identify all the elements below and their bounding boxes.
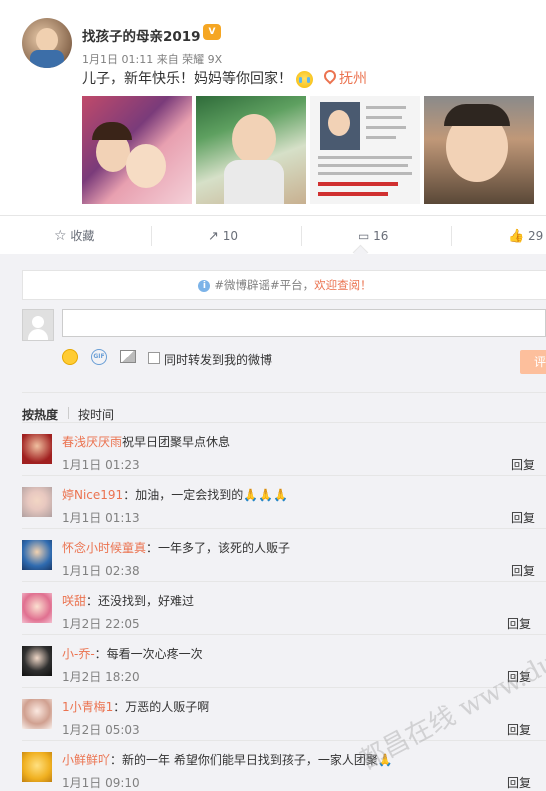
commenter-name[interactable]: 婷Nice191 xyxy=(62,488,123,502)
sort-by-hot-tab[interactable]: 按热度 xyxy=(22,406,58,423)
comment-body: ：新的一年 希望你们能早日找到孩子，一家人团聚🙏 xyxy=(110,753,393,767)
post-author-avatar[interactable] xyxy=(22,18,72,68)
commenter-avatar[interactable] xyxy=(22,752,52,782)
comment-time: 1月1日 02:38 xyxy=(62,564,140,578)
info-icon: i xyxy=(198,279,211,292)
post-author-name[interactable]: 找孩子的母亲2019 xyxy=(82,25,201,45)
commenter-avatar[interactable] xyxy=(22,487,52,517)
comment-body: 祝早日团聚早点休息 xyxy=(122,435,231,449)
post-photo-2[interactable] xyxy=(196,96,306,204)
commenter-name[interactable]: 咲甜 xyxy=(62,594,86,608)
comment-input[interactable] xyxy=(62,309,546,337)
star-icon: ☆ xyxy=(54,228,67,244)
comment-body: ：还没找到，好难过 xyxy=(86,594,195,608)
comment-divider xyxy=(22,634,546,635)
commenter-avatar[interactable] xyxy=(22,540,52,570)
comment-text: 小鲜鲜吖：新的一年 希望你们能早日找到孩子，一家人团聚🙏 xyxy=(62,751,393,768)
commenter-avatar[interactable] xyxy=(22,434,52,464)
forward-button[interactable]: ↗ 10 xyxy=(208,216,238,256)
comment-divider xyxy=(22,581,546,582)
image-icon[interactable] xyxy=(120,349,136,365)
submit-comment-button[interactable]: 评 xyxy=(520,350,546,374)
reply-button[interactable]: 回复 xyxy=(511,456,535,473)
commenter-name[interactable]: 小-乔- xyxy=(62,647,95,661)
reply-button[interactable]: 回复 xyxy=(507,615,531,632)
forward-icon: ↗ xyxy=(208,229,219,244)
vip-badge-icon: V xyxy=(203,24,221,40)
comment-time: 1月1日 09:10 xyxy=(62,776,140,790)
comment-time: 1月2日 05:03 xyxy=(62,723,140,737)
like-count: 29 xyxy=(528,229,544,243)
comment-text: 婷Nice191：加油，一定会找到的🙏🙏🙏 xyxy=(62,486,288,503)
post-photo-1[interactable] xyxy=(82,96,192,204)
rumor-notice: i #微博辟谣#平台，欢迎查阅！ xyxy=(22,270,546,300)
crying-emoji-icon xyxy=(296,70,314,88)
comment-text: 1小青梅1：万恶的人贩子啊 xyxy=(62,698,209,715)
also-forward-checkbox[interactable] xyxy=(148,352,160,364)
comment-body: ：一年多了，该死的人贩子 xyxy=(146,541,291,555)
reply-button[interactable]: 回复 xyxy=(511,509,535,526)
notice-link[interactable]: 欢迎查阅！ xyxy=(314,278,372,292)
like-button[interactable]: 👍 29 xyxy=(508,216,543,256)
commenter-avatar[interactable] xyxy=(22,646,52,676)
post-photo-3-poster[interactable] xyxy=(310,96,420,204)
commenter-name[interactable]: 1小青梅1 xyxy=(62,700,113,714)
reply-button[interactable]: 回复 xyxy=(507,774,531,791)
commenter-name[interactable]: 小鲜鲜吖 xyxy=(62,753,110,767)
favorite-button[interactable]: ☆ 收藏 xyxy=(54,216,94,256)
notice-text: #微博辟谣#平台， xyxy=(214,278,315,292)
composer-divider xyxy=(22,392,546,393)
gif-icon[interactable]: GIF xyxy=(91,349,107,365)
favorite-label: 收藏 xyxy=(70,229,95,243)
comment-divider xyxy=(22,475,546,476)
post-text: 儿子，新年快乐！妈妈等你回家！ xyxy=(82,68,314,88)
comment-icon: ▭ xyxy=(358,229,370,243)
comment-text: 怀念小时候童真：一年多了，该死的人贩子 xyxy=(62,539,290,556)
comment-text: 小-乔-：每看一次心疼一次 xyxy=(62,645,203,662)
comment-divider xyxy=(22,740,546,741)
also-forward-label: 同时转发到我的微博 xyxy=(164,353,273,367)
comment-time: 1月2日 22:05 xyxy=(62,617,140,631)
comment-time: 1月1日 01:13 xyxy=(62,511,140,525)
comment-time: 1月1日 01:23 xyxy=(62,458,140,472)
sort-by-time-tab[interactable]: 按时间 xyxy=(78,406,114,423)
post-location[interactable]: 抚州 xyxy=(339,68,367,88)
commenter-avatar[interactable] xyxy=(22,699,52,729)
current-user-avatar xyxy=(22,309,54,341)
comment-time: 1月2日 18:20 xyxy=(62,670,140,684)
comment-divider xyxy=(22,422,546,423)
location-pin-icon xyxy=(321,67,339,85)
post-action-bar: ☆ 收藏 ↗ 10 ▭ 16 👍 29 xyxy=(0,215,546,257)
comment-text: 春浅厌厌雨祝早日团聚早点休息 xyxy=(62,433,230,450)
comment-body: ：万恶的人贩子啊 xyxy=(113,700,210,714)
sort-divider xyxy=(68,407,69,419)
commenter-name[interactable]: 春浅厌厌雨 xyxy=(62,435,122,449)
comment-text: 咲甜：还没找到，好难过 xyxy=(62,592,194,609)
commenter-name[interactable]: 怀念小时候童真 xyxy=(62,541,146,555)
commenter-avatar[interactable] xyxy=(22,593,52,623)
forward-count: 10 xyxy=(222,229,239,243)
reply-button[interactable]: 回复 xyxy=(507,721,531,738)
comment-body: ：加油，一定会找到的🙏🙏🙏 xyxy=(123,488,289,502)
post-meta: 1月1日 01:11 来自 荣耀 9X xyxy=(82,53,223,66)
reply-button[interactable]: 回复 xyxy=(511,562,535,579)
post-text-content: 儿子，新年快乐！妈妈等你回家！ xyxy=(82,71,292,87)
post-photo-4[interactable] xyxy=(424,96,534,204)
thumbs-up-icon: 👍 xyxy=(508,229,525,244)
comment-divider xyxy=(22,528,546,529)
comment-count: 16 xyxy=(373,229,389,243)
emoji-icon[interactable] xyxy=(62,349,78,365)
comment-body: ：每看一次心疼一次 xyxy=(94,647,203,661)
